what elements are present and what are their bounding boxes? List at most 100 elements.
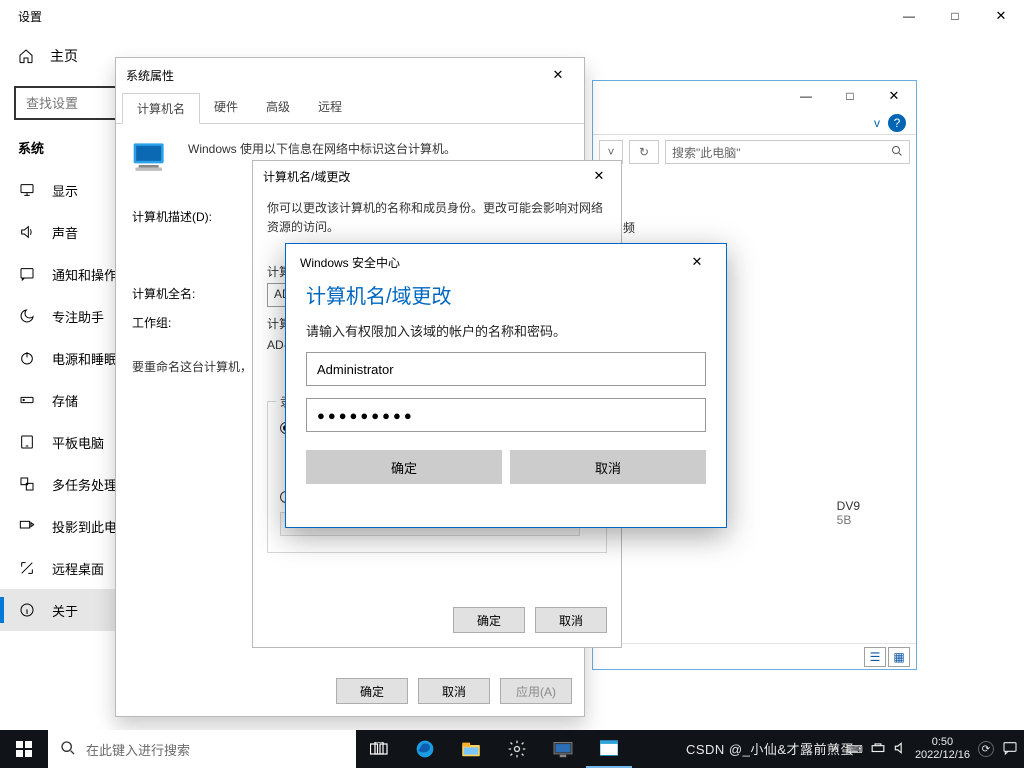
explorer-icon[interactable] (448, 730, 494, 768)
nav-label: 远程桌面 (52, 559, 104, 578)
domchg-title-text: 计算机名/域更改 (263, 168, 350, 185)
cred-close-button[interactable]: ✕ (682, 248, 712, 276)
search-icon (891, 145, 903, 160)
nav-label: 存储 (52, 391, 78, 410)
date-text: 2022/12/16 (915, 749, 970, 762)
tab-hardware[interactable]: 硬件 (200, 92, 252, 123)
password-field[interactable]: ●●●●●●●●● (306, 398, 706, 432)
drive-line1: DV9 (837, 499, 860, 513)
username-field[interactable]: Administrator (306, 352, 706, 386)
help-icon[interactable]: ? (888, 114, 906, 132)
fullname-label: 计算机全名: (132, 285, 222, 302)
explorer-ribbon: v ? (593, 111, 916, 135)
settings-titlebar: 设置 — □ ✕ (0, 0, 1024, 32)
sysprops-apply-button[interactable]: 应用(A) (500, 678, 572, 704)
tray-chevron-icon[interactable]: ˄ (832, 742, 839, 756)
nav-label: 电源和睡眠 (52, 349, 117, 368)
credential-dialog: Windows 安全中心 ✕ 计算机名/域更改 请输入有权限加入该域的帐户的名称… (285, 243, 727, 528)
power-icon (18, 350, 36, 366)
sysprops-titlebar: 系统属性 ✕ (116, 58, 584, 92)
view-details-button[interactable]: ☰ (864, 647, 886, 667)
sound-icon (18, 224, 36, 240)
explorer-search[interactable]: 搜索"此电脑" (665, 140, 910, 164)
sysprops-cancel-button[interactable]: 取消 (418, 678, 490, 704)
tab-advanced[interactable]: 高级 (252, 92, 304, 123)
explorer-minimize-button[interactable]: — (784, 81, 828, 111)
window-controls: — □ ✕ (886, 0, 1024, 32)
cred-ok-button[interactable]: 确定 (306, 450, 502, 484)
watermark: CSDN @_小仙&才露前煎蛋 (686, 739, 854, 758)
notify-icon (18, 266, 36, 282)
tab-computer-name[interactable]: 计算机名 (122, 93, 200, 124)
remote-icon (18, 560, 36, 576)
tray-ease-icon[interactable]: ⟳ (978, 741, 994, 757)
clock[interactable]: 0:50 2022/12/16 (915, 736, 970, 761)
domchg-titlebar: 计算机名/域更改 ✕ (253, 161, 621, 191)
taskbar-search-placeholder: 在此键入进行搜索 (86, 740, 190, 759)
domchg-close-button[interactable]: ✕ (583, 164, 615, 188)
sysprops-info-text: Windows 使用以下信息在网络中标识这台计算机。 (188, 140, 456, 157)
sysprops-close-button[interactable]: ✕ (540, 61, 576, 89)
nav-label: 平板电脑 (52, 433, 104, 452)
close-button[interactable]: ✕ (978, 0, 1024, 32)
ribbon-expand-icon[interactable]: v (874, 116, 880, 130)
cred-heading: 计算机名/域更改 (286, 280, 726, 309)
project-icon (18, 518, 36, 534)
moon-icon (18, 308, 36, 324)
taskbar-search[interactable]: 在此键入进行搜索 (48, 730, 356, 768)
sysprops-tabs: 计算机名 硬件 高级 远程 (116, 92, 584, 124)
tray-ime-icon[interactable]: ⌨ (847, 743, 863, 756)
settings-title-text: 设置 (18, 8, 42, 25)
view-icons-button[interactable]: ▦ (888, 647, 910, 667)
content-group: 频 (623, 219, 635, 236)
storage-icon (18, 392, 36, 408)
explorer-maximize-button[interactable]: □ (828, 81, 872, 111)
sysprops-ok-button[interactable]: 确定 (336, 678, 408, 704)
domchg-ok-button[interactable]: 确定 (453, 607, 525, 633)
time-text: 0:50 (915, 736, 970, 749)
cred-title-text: Windows 安全中心 (300, 254, 400, 271)
tray-network-icon[interactable] (871, 741, 885, 758)
action-center-icon[interactable] (1002, 740, 1018, 759)
maximize-button[interactable]: □ (932, 0, 978, 32)
multitask-icon (18, 476, 36, 492)
nav-label: 通知和操作 (52, 265, 117, 284)
nav-label: 关于 (52, 601, 78, 620)
explorer-titlebar: — □ ✕ (593, 81, 916, 111)
cred-cancel-button[interactable]: 取消 (510, 450, 706, 484)
task-view-button[interactable] (356, 730, 402, 768)
settings-icon[interactable] (494, 730, 540, 768)
domchg-buttons: 确定 取消 (453, 607, 607, 633)
workgroup-label: 工作组: (132, 314, 222, 331)
tablet-icon (18, 434, 36, 450)
edge-icon[interactable] (402, 730, 448, 768)
home-label: 主页 (50, 46, 78, 66)
domchg-cancel-button[interactable]: 取消 (535, 607, 607, 633)
tab-remote[interactable]: 远程 (304, 92, 356, 123)
drive-line2: 5B (837, 513, 860, 527)
monitor-icon (18, 182, 36, 198)
nav-label: 专注助手 (52, 307, 104, 326)
nav-label: 多任务处理 (52, 475, 117, 494)
minimize-button[interactable]: — (886, 0, 932, 32)
about-icon (18, 602, 36, 618)
explorer-address-row: ˅ ↻ 搜索"此电脑" (593, 135, 916, 169)
system-tray: CSDN @_小仙&才露前煎蛋 ˄ ⌨ 0:50 2022/12/16 ⟳ (832, 736, 1024, 761)
start-button[interactable] (0, 730, 48, 768)
nav-label: 显示 (52, 181, 78, 200)
refresh-button[interactable]: ↻ (629, 140, 659, 164)
computer-icon (132, 140, 172, 172)
search-icon (60, 740, 76, 759)
explorer-close-button[interactable]: ✕ (872, 81, 916, 111)
explorer-search-placeholder: 搜索"此电脑" (672, 144, 741, 161)
explorer-statusbar: ☰ ▦ (593, 643, 916, 669)
sysprops-buttons: 确定 取消 应用(A) (336, 678, 572, 704)
sysprops-title-text: 系统属性 (126, 67, 174, 84)
server-manager-icon[interactable] (540, 730, 586, 768)
tray-volume-icon[interactable] (893, 741, 907, 758)
home-icon (18, 48, 34, 64)
cred-titlebar: Windows 安全中心 ✕ (286, 244, 726, 280)
app-window-icon[interactable] (586, 730, 632, 768)
cred-message: 请输入有权限加入该域的帐户的名称和密码。 (286, 309, 726, 340)
drive-info: DV9 5B (837, 499, 860, 527)
